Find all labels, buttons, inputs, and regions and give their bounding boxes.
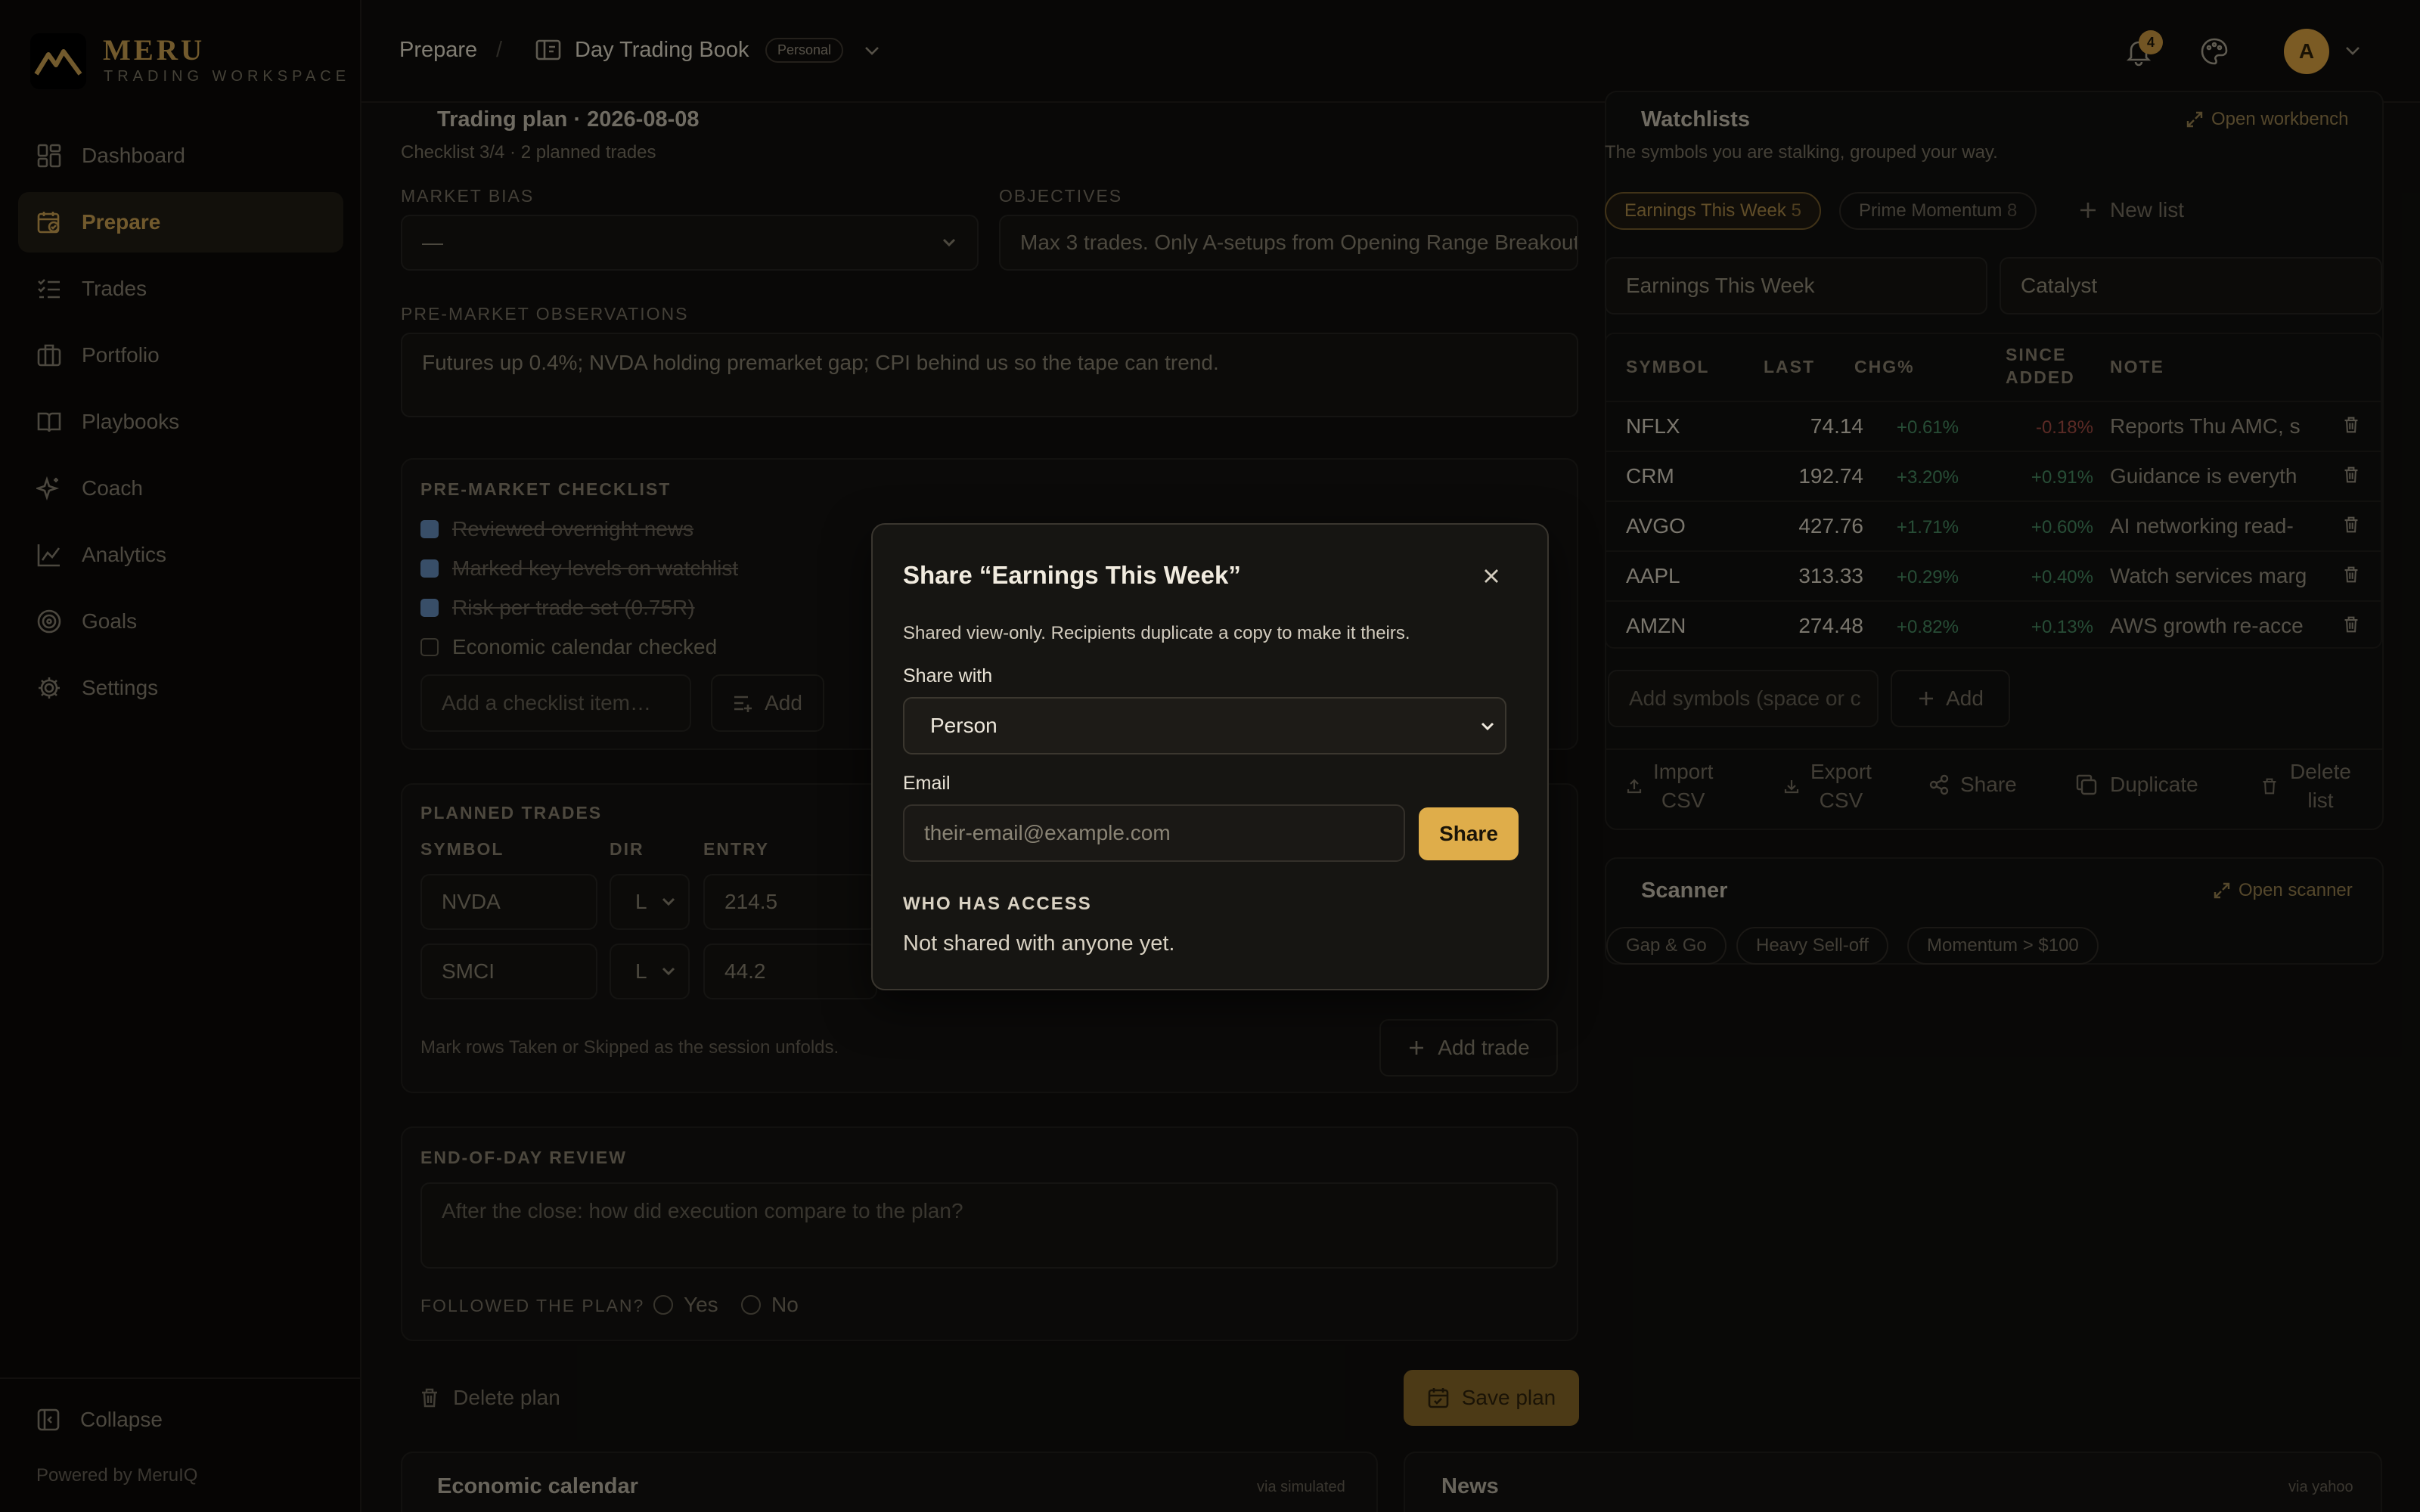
share-with-select[interactable]: Person — [903, 697, 1506, 754]
share-dialog: Share “Earnings This Week” Shared view-o… — [871, 523, 1549, 990]
share-with-value: Person — [930, 714, 997, 737]
share-with-label: Share with — [903, 665, 993, 686]
access-empty-state: Not shared with anyone yet. — [903, 931, 1175, 956]
email-input[interactable]: their-email@example.com — [903, 804, 1405, 862]
share-submit-button[interactable]: Share — [1419, 807, 1519, 860]
who-has-access-label: WHO HAS ACCESS — [903, 894, 1092, 914]
email-label: Email — [903, 773, 951, 794]
share-dialog-description: Shared view-only. Recipients duplicate a… — [903, 623, 1410, 643]
chevron-down-icon — [1481, 722, 1494, 731]
close-icon[interactable] — [1478, 562, 1505, 590]
share-dialog-title: Share “Earnings This Week” — [903, 561, 1241, 589]
